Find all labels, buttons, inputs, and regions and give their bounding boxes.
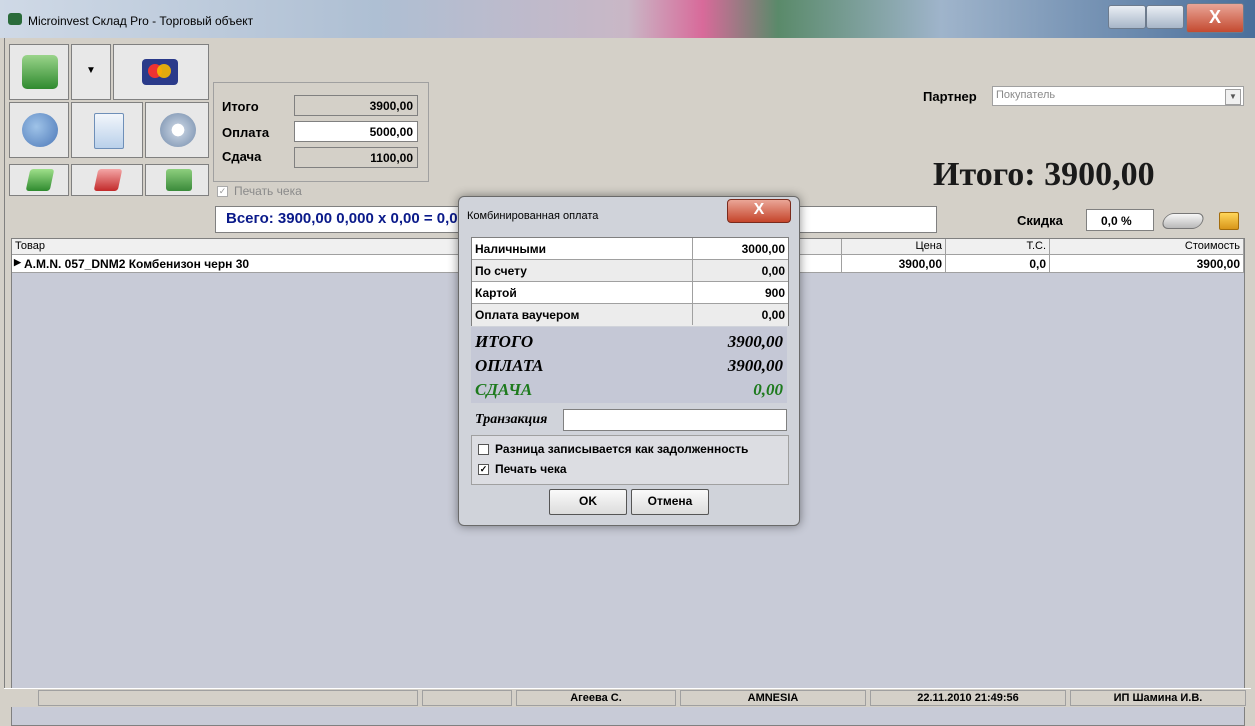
delete-button[interactable] <box>71 164 143 196</box>
payment-methods-table: Наличными 3000,00 По счету 0,00 Картой 9… <box>471 237 789 326</box>
partner-select[interactable]: Покупатель ▼ <box>992 86 1244 106</box>
sdacha-value: 1100,00 <box>294 147 418 168</box>
oplata-label: Оплата <box>222 125 270 140</box>
box-icon <box>1219 212 1239 230</box>
payment-input-cash[interactable]: 3000,00 <box>692 238 788 259</box>
payment-label: Картой <box>475 286 517 300</box>
print-option-label: Печать чека <box>495 462 567 476</box>
combined-payment-dialog: Комбинированная оплата X Наличными 3000,… <box>458 196 800 526</box>
money-return-icon <box>166 169 192 191</box>
discount-label: Скидка <box>1017 213 1063 228</box>
payment-row-voucher: Оплата ваучером 0,00 <box>472 304 788 326</box>
card-payment-button[interactable] <box>113 44 209 100</box>
dialog-title: Комбинированная оплата <box>467 210 599 222</box>
confirm-button[interactable] <box>9 164 69 196</box>
oplata-input[interactable]: 5000,00 <box>294 121 418 142</box>
column-header-ts[interactable]: Т.С. <box>946 239 1050 255</box>
checkbox-checked-icon: ✓ <box>478 464 489 476</box>
debt-option-label: Разница записывается как задолженность <box>495 442 749 456</box>
total-label: ИТОГО <box>475 332 534 351</box>
keys-button[interactable] <box>9 102 69 158</box>
partner-label: Партнер <box>923 89 977 104</box>
transaction-label: Транзакция <box>475 412 548 427</box>
print-check-label: Печать чека <box>234 184 302 198</box>
status-company: ИП Шамина И.В. <box>1070 690 1246 706</box>
cell-ts: 0,0 <box>946 255 1050 273</box>
status-empty-2 <box>422 690 512 706</box>
status-object: AMNESIA <box>680 690 866 706</box>
ok-button[interactable]: OK <box>549 489 627 515</box>
cancel-button[interactable]: Отмена <box>631 489 709 515</box>
package-button[interactable] <box>1209 205 1245 235</box>
big-total: Итого: 3900,00 <box>933 156 1155 193</box>
scale-button[interactable] <box>1159 205 1207 235</box>
change-value: 0,00 <box>753 380 783 399</box>
check-icon <box>25 169 55 191</box>
chevron-down-icon: ▼ <box>86 65 96 76</box>
status-empty <box>38 690 418 706</box>
settings-button[interactable] <box>145 102 209 158</box>
minimize-button[interactable] <box>1108 5 1146 29</box>
app-icon <box>8 13 22 25</box>
document-button[interactable] <box>71 102 143 158</box>
checkbox-unchecked-icon <box>478 444 489 456</box>
payment-label: Оплата ваучером <box>475 308 580 322</box>
money-icon <box>22 55 58 89</box>
column-header-cost[interactable]: Стоимость <box>1050 239 1244 255</box>
payment-dropdown-button[interactable]: ▼ <box>71 44 111 100</box>
status-bar: Агеева С. AMNESIA 22.11.2010 21:49:56 ИП… <box>4 688 1251 707</box>
row-pointer-icon: ▶ <box>14 257 21 267</box>
status-datetime: 22.11.2010 21:49:56 <box>870 690 1066 706</box>
payment-input-account[interactable]: 0,00 <box>692 260 788 281</box>
payment-input-card[interactable]: 900 <box>692 282 788 303</box>
total-value: 3900,00 <box>727 332 783 351</box>
dialog-close-button[interactable]: X <box>727 199 791 223</box>
transaction-input[interactable] <box>563 409 787 431</box>
change-label: СДАЧА <box>475 380 533 399</box>
payment-row-cash: Наличными 3000,00 <box>472 238 788 260</box>
document-icon <box>94 113 124 149</box>
scale-icon <box>1160 213 1206 229</box>
refund-button[interactable] <box>145 164 209 196</box>
sdacha-label: Сдача <box>222 149 262 164</box>
column-header-price[interactable]: Цена <box>842 239 946 255</box>
partner-value: Покупатель <box>996 89 1056 101</box>
print-check-checkbox[interactable]: ✓ Печать чека <box>217 184 302 198</box>
payment-total-label: ОПЛАТА <box>475 356 544 375</box>
credit-card-icon <box>142 59 178 85</box>
payment-input-voucher[interactable]: 0,00 <box>692 304 788 325</box>
status-user: Агеева С. <box>516 690 676 706</box>
dialog-totals: ИТОГО 3900,00 ОПЛАТА 3900,00 СДАЧА 0,00 <box>471 327 787 403</box>
payment-label: По счету <box>475 264 527 278</box>
debt-checkbox[interactable]: Разница записывается как задолженность <box>478 442 748 456</box>
print-check-dialog-checkbox[interactable]: ✓ Печать чека <box>478 462 567 476</box>
payment-row-card: Картой 900 <box>472 282 788 304</box>
title-bar: Microinvest Склад Pro - Торговый объект … <box>0 0 1255 38</box>
close-button[interactable]: X <box>1186 3 1244 33</box>
payment-total-value: 3900,00 <box>727 356 783 375</box>
maximize-button[interactable] <box>1146 5 1184 29</box>
cell-cost: 3900,00 <box>1050 255 1244 273</box>
itogo-label: Итого <box>222 99 259 114</box>
dialog-options: Разница записывается как задолженность ✓… <box>471 435 789 485</box>
itogo-value: 3900,00 <box>294 95 418 116</box>
payment-row-account: По счету 0,00 <box>472 260 788 282</box>
payment-summary-panel: Итого 3900,00 Оплата 5000,00 Сдача 1100,… <box>213 82 429 182</box>
discount-input[interactable]: 0,0 % <box>1086 209 1154 231</box>
cash-payment-button[interactable] <box>9 44 69 100</box>
payment-label: Наличными <box>475 242 547 256</box>
checkbox-checked-icon: ✓ <box>217 186 228 198</box>
keys-icon <box>22 113 58 147</box>
window-title: Microinvest Склад Pro - Торговый объект <box>28 14 254 28</box>
gear-icon <box>160 113 196 147</box>
cell-price: 3900,00 <box>842 255 946 273</box>
delete-icon <box>93 169 123 191</box>
chevron-down-icon[interactable]: ▼ <box>1225 89 1241 105</box>
